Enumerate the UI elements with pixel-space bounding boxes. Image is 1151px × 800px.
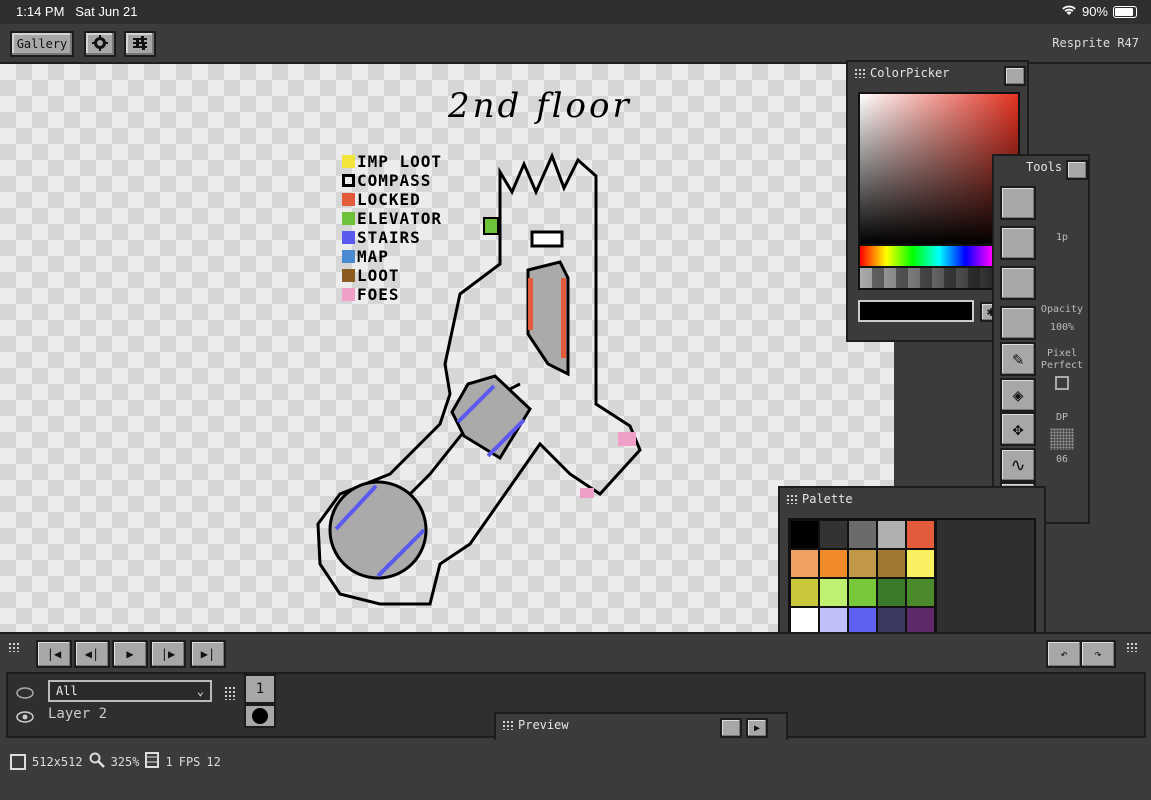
palette-swatch[interactable] xyxy=(906,520,935,549)
dither-value[interactable]: 06 xyxy=(1040,454,1084,465)
step-forward-icon: |▶ xyxy=(160,647,176,661)
redo-button[interactable]: ↷ xyxy=(1080,640,1116,668)
tools-panel: Tools ✎ ◈ ✥ ∿ 🔒 1p Opacity 100% Pixel Pe… xyxy=(992,154,1090,524)
frame-number-cell[interactable]: 1 xyxy=(244,674,276,704)
palette-swatch[interactable] xyxy=(819,549,848,578)
tool-brush[interactable] xyxy=(1000,226,1036,260)
palette-swatch[interactable] xyxy=(819,578,848,607)
palette-swatch[interactable] xyxy=(848,549,877,578)
palette-swatch[interactable] xyxy=(877,578,906,607)
hex-input[interactable] xyxy=(858,300,974,322)
undo-icon: ↶ xyxy=(1060,647,1068,661)
canvas-size-icon xyxy=(10,753,26,770)
top-toolbar: Gallery Resprite R47 xyxy=(0,24,1151,64)
opacity-value[interactable]: 100% xyxy=(1040,322,1084,333)
drag-handle-icon[interactable] xyxy=(1126,642,1138,652)
battery-percent: 90% xyxy=(1081,4,1108,19)
color-picker-menu-button[interactable] xyxy=(1004,66,1026,86)
dither-label: DP xyxy=(1055,412,1069,423)
last-frame-button[interactable]: ▶| xyxy=(190,640,226,668)
system-status-bar: 1:14 PM Sat Jun 21 90% xyxy=(0,0,1151,24)
tool-eyedropper[interactable]: ✎ xyxy=(1000,342,1036,376)
frame-count: 1 xyxy=(165,754,173,769)
skip-end-icon: ▶| xyxy=(200,647,216,661)
tool-fill[interactable]: ◈ xyxy=(1000,378,1036,412)
fps-label: FPS xyxy=(178,754,201,769)
play-icon: ▶ xyxy=(126,647,134,661)
redo-icon: ↷ xyxy=(1094,647,1102,661)
prev-frame-button[interactable]: ◀| xyxy=(74,640,110,668)
palette-swatch[interactable] xyxy=(790,520,819,549)
eyedropper-icon: ✎ xyxy=(1012,348,1024,370)
app-version-label: Resprite R47 xyxy=(1052,36,1139,50)
layer-name[interactable]: Layer 2 xyxy=(48,706,244,728)
palette-swatch[interactable] xyxy=(877,520,906,549)
pixel-perfect-label: Pixel Perfect xyxy=(1040,348,1084,371)
drawing-canvas[interactable]: 2nd floor IMP LOOT COMPASS LOCKED ELEVAT… xyxy=(0,64,894,632)
palette-title: Palette xyxy=(802,492,853,506)
pixel-art-floor-map xyxy=(316,152,642,606)
fps-value: 12 xyxy=(206,754,221,769)
tool-eraser[interactable] xyxy=(1000,306,1036,340)
tool-line[interactable] xyxy=(1000,266,1036,300)
play-button[interactable]: ▶ xyxy=(112,640,148,668)
eye-icon[interactable] xyxy=(16,708,34,727)
sliders-icon xyxy=(132,35,148,53)
zoom-icon xyxy=(89,752,105,771)
palette-swatch[interactable] xyxy=(790,549,819,578)
next-frame-button[interactable]: |▶ xyxy=(150,640,186,668)
drag-handle-icon[interactable] xyxy=(224,686,236,700)
adjustments-button[interactable] xyxy=(124,31,156,57)
drag-handle-icon[interactable] xyxy=(786,494,798,504)
play-icon: ▶ xyxy=(753,722,761,734)
palette-swatch[interactable] xyxy=(819,520,848,549)
gallery-button[interactable]: Gallery xyxy=(10,31,74,57)
preview-play-button[interactable]: ▶ xyxy=(746,718,768,738)
zoom-level: 325% xyxy=(110,754,140,769)
canvas-info-bar: 512x512 325% 1 FPS 12 xyxy=(0,740,1151,800)
first-frame-button[interactable]: |◀ xyxy=(36,640,72,668)
preview-title: Preview xyxy=(518,718,569,732)
tools-menu-button[interactable] xyxy=(1066,160,1088,180)
palette-swatch[interactable] xyxy=(790,578,819,607)
frames-icon xyxy=(145,752,160,771)
palette-swatch[interactable] xyxy=(906,578,935,607)
brush-size-value[interactable]: 1p xyxy=(1040,232,1084,243)
layer-filter-select[interactable]: All ⌄ xyxy=(48,680,212,702)
palette-swatch[interactable] xyxy=(877,549,906,578)
palette-swatch[interactable] xyxy=(848,578,877,607)
drag-handle-icon[interactable] xyxy=(854,68,866,78)
preview-grid-button[interactable] xyxy=(720,718,742,738)
eye-icon[interactable] xyxy=(16,684,34,703)
wifi-icon xyxy=(1061,4,1077,19)
gear-icon xyxy=(92,34,108,54)
tool-pencil[interactable] xyxy=(1000,186,1036,220)
palette-swatch[interactable] xyxy=(848,520,877,549)
drag-handle-icon[interactable] xyxy=(502,720,514,730)
chevron-down-icon: ⌄ xyxy=(196,684,204,698)
tool-lasso[interactable]: ∿ xyxy=(1000,448,1036,482)
canvas-size: 512x512 xyxy=(32,754,83,769)
move-icon: ✥ xyxy=(1012,418,1024,440)
undo-button[interactable]: ↶ xyxy=(1046,640,1082,668)
opacity-label: Opacity xyxy=(1040,304,1084,315)
tools-title: Tools xyxy=(1026,160,1063,174)
layer-frame-cel[interactable] xyxy=(244,704,276,728)
step-back-icon: ◀| xyxy=(84,647,100,661)
paint-bucket-icon: ◈ xyxy=(1012,384,1024,406)
battery-icon xyxy=(1113,5,1137,18)
skip-start-icon: |◀ xyxy=(46,647,62,661)
tool-move[interactable]: ✥ xyxy=(1000,412,1036,446)
dither-pattern-icon[interactable] xyxy=(1040,428,1084,453)
palette-swatch[interactable] xyxy=(906,549,935,578)
status-time: 1:14 PM Sat Jun 21 xyxy=(16,4,138,19)
drag-handle-icon[interactable] xyxy=(8,642,20,652)
color-picker-title: ColorPicker xyxy=(870,66,950,80)
cel-dot-icon xyxy=(252,708,268,724)
lasso-icon: ∿ xyxy=(1010,454,1026,476)
settings-button[interactable] xyxy=(84,31,116,57)
pixel-perfect-checkbox[interactable] xyxy=(1040,376,1084,393)
